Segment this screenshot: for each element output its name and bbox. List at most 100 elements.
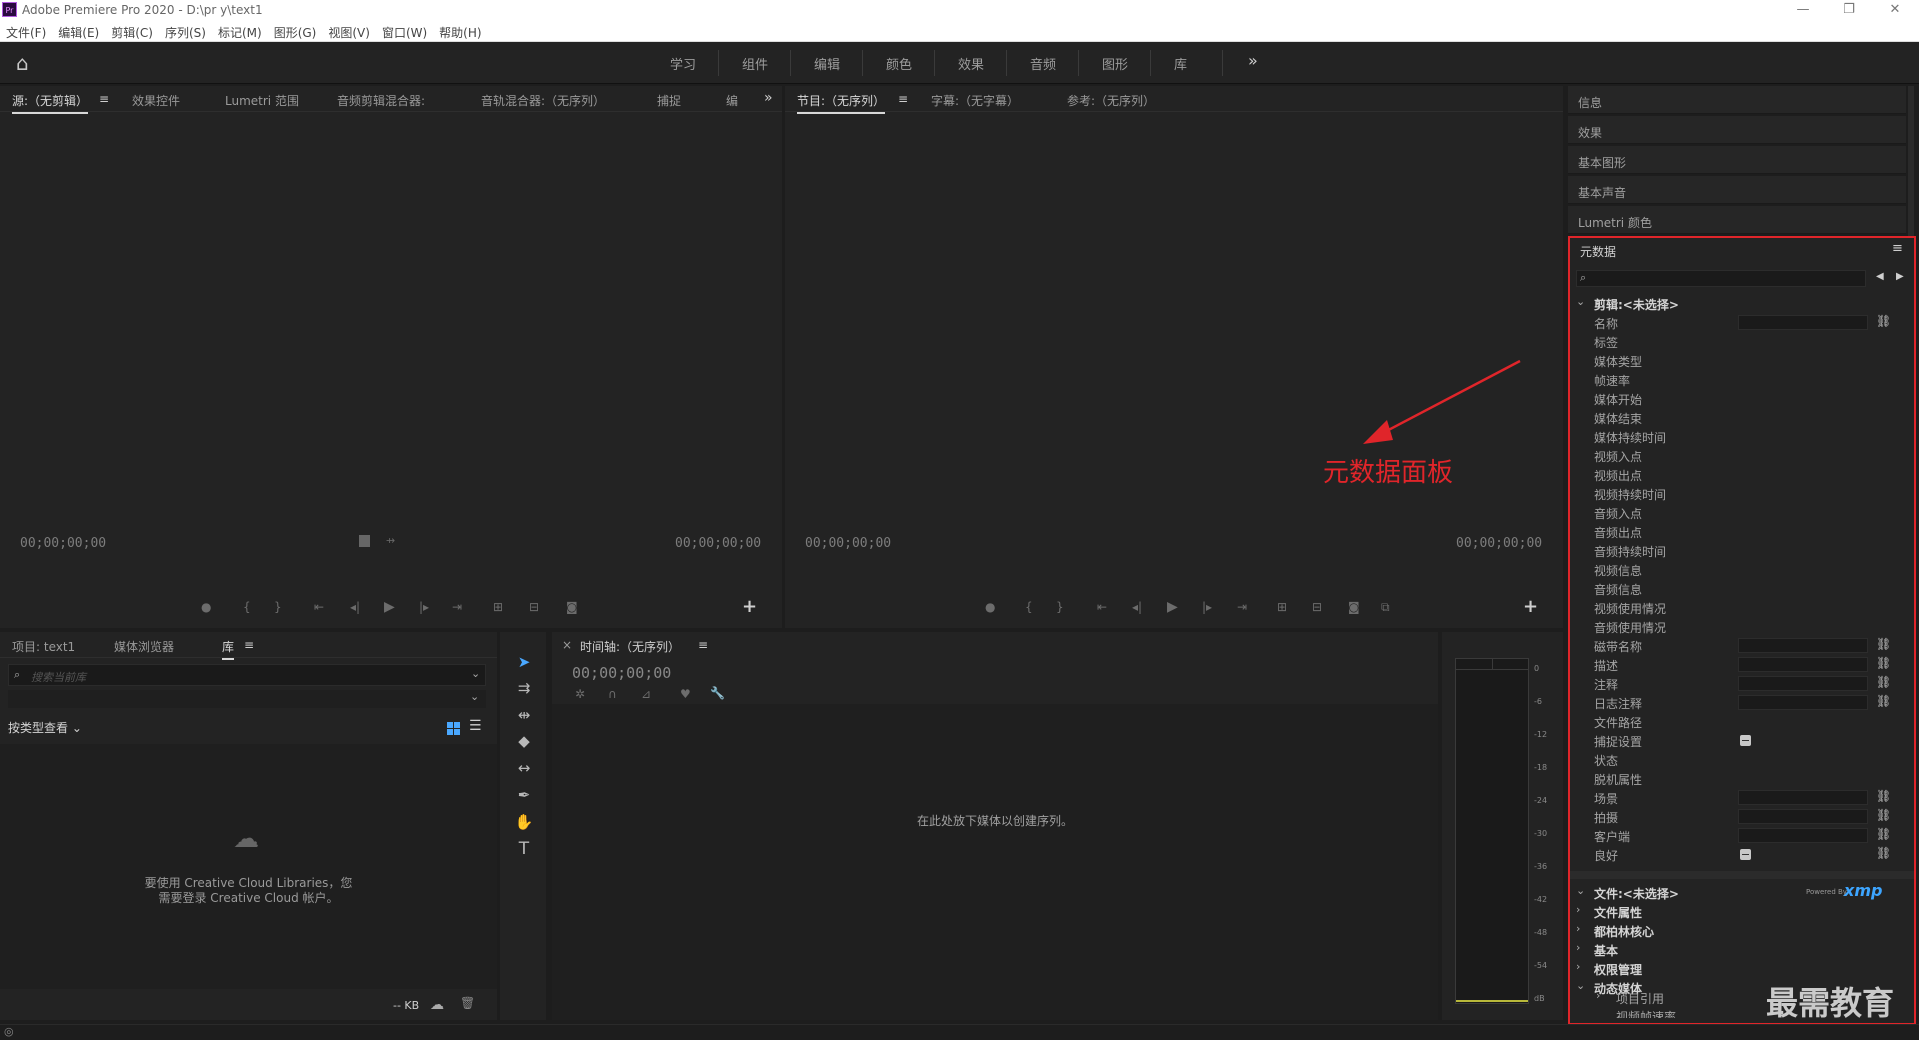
home-icon[interactable]: ⌂ xyxy=(16,52,38,74)
panel-more-icon[interactable]: » xyxy=(764,90,773,106)
menu-sequence[interactable]: 序列(S) xyxy=(159,20,212,41)
razor-tool-icon[interactable]: ◆ xyxy=(512,730,536,752)
chevron-down-icon[interactable]: ⌄ xyxy=(470,690,479,703)
tab-menu-icon[interactable]: ≡ xyxy=(244,638,254,652)
restore-button[interactable]: ❐ xyxy=(1826,1,1872,19)
button-editor-icon[interactable]: + xyxy=(1523,596,1538,617)
menu-view[interactable]: 视图(V) xyxy=(322,20,376,41)
grid-view-icon[interactable] xyxy=(447,722,460,735)
menu-graphics[interactable]: 图形(G) xyxy=(268,20,323,41)
snap-icon[interactable]: ✲ xyxy=(575,687,585,701)
workspace-learn[interactable]: 学习 xyxy=(670,54,696,73)
metadata-field-input[interactable] xyxy=(1738,695,1868,710)
step-back-icon[interactable]: ◂| xyxy=(1132,600,1142,614)
go-to-in-icon[interactable]: ⇤ xyxy=(314,600,324,614)
file-group-row[interactable]: › 文件属性 xyxy=(1570,902,1914,921)
selection-tool-icon[interactable]: ➤ xyxy=(512,651,536,673)
metadata-field-input[interactable] xyxy=(1738,638,1868,653)
menu-edit[interactable]: 编辑(E) xyxy=(52,20,105,41)
overwrite-icon[interactable]: ⊟ xyxy=(529,600,539,614)
tab-audio-track-mixer[interactable]: 音轨混合器:（无序列） xyxy=(481,92,605,109)
tab-source[interactable]: 源:（无剪辑） xyxy=(12,92,89,114)
tab-edit-truncated[interactable]: 编 xyxy=(726,92,738,109)
menu-help[interactable]: 帮助(H) xyxy=(433,20,487,41)
play-icon[interactable]: ▶ xyxy=(1167,599,1178,615)
marker-icon[interactable]: ♥ xyxy=(680,687,691,701)
metadata-field-input[interactable] xyxy=(1738,828,1868,843)
workspace-audio[interactable]: 音频 xyxy=(1030,54,1056,73)
slip-tool-icon[interactable]: ↔ xyxy=(512,757,536,779)
library-search-input[interactable]: ⌕ 搜索当前库 ⌄ xyxy=(8,664,486,686)
hand-tool-icon[interactable]: ✋ xyxy=(512,811,536,833)
tab-capture[interactable]: 捕捉 xyxy=(657,92,681,109)
tab-reference[interactable]: 参考:（无序列） xyxy=(1067,92,1155,109)
minimize-button[interactable]: — xyxy=(1780,1,1826,19)
panel-essential-sound[interactable]: 基本声音 xyxy=(1568,176,1906,204)
close-icon[interactable]: × xyxy=(562,638,572,652)
tab-lumetri-scopes[interactable]: Lumetri 范围 xyxy=(225,92,299,109)
link-icon[interactable]: ⛓ xyxy=(1876,694,1891,708)
timeline-drop-area[interactable]: 在此处放下媒体以创建序列。 xyxy=(552,704,1438,1020)
file-group-row[interactable]: › 都柏林核心 xyxy=(1570,921,1914,940)
export-frame-icon[interactable]: ◙ xyxy=(566,600,578,614)
insert-icon[interactable]: ⊞ xyxy=(493,600,503,614)
workspace-editing[interactable]: 编辑 xyxy=(814,54,840,73)
metadata-field-input[interactable] xyxy=(1738,809,1868,824)
playhead-icon[interactable]: ⇸ xyxy=(386,534,395,547)
add-marker-icon[interactable]: ● xyxy=(201,600,211,614)
menu-markers[interactable]: 标记(M) xyxy=(212,20,268,41)
chevron-down-icon[interactable]: ⌄ xyxy=(471,667,480,680)
link-icon[interactable]: ⛓ xyxy=(1876,808,1891,822)
next-match-icon[interactable]: ▶ xyxy=(1896,271,1904,282)
workspace-assembly[interactable]: 组件 xyxy=(742,54,768,73)
go-to-out-icon[interactable]: ⇥ xyxy=(1237,600,1247,614)
delete-icon[interactable]: 🗑 xyxy=(460,996,475,1010)
metadata-field-input[interactable] xyxy=(1738,676,1868,691)
metadata-search-input[interactable]: ⌕ xyxy=(1576,270,1866,287)
play-icon[interactable]: ▶ xyxy=(384,599,395,615)
close-button[interactable]: ✕ xyxy=(1872,1,1918,19)
mark-out-icon[interactable]: } xyxy=(1056,600,1064,614)
tab-menu-icon[interactable]: ≡ xyxy=(99,92,109,106)
menu-clip[interactable]: 剪辑(C) xyxy=(105,20,159,41)
go-to-in-icon[interactable]: ⇤ xyxy=(1097,600,1107,614)
tab-effect-controls[interactable]: 效果控件 xyxy=(132,92,180,109)
add-marker-icon[interactable]: ⊿ xyxy=(641,687,651,701)
file-group-row[interactable]: › 基本 xyxy=(1570,940,1914,959)
workspace-libraries[interactable]: 库 xyxy=(1174,54,1187,73)
metadata-checkbox[interactable] xyxy=(1740,849,1751,860)
linked-selection-icon[interactable]: ∩ xyxy=(608,687,617,701)
tab-media-browser[interactable]: 媒体浏览器 xyxy=(114,638,174,655)
clip-section-header[interactable]: ⌄ 剪辑:<未选择> xyxy=(1570,294,1914,313)
panel-info[interactable]: 信息 xyxy=(1568,86,1906,114)
file-section-header[interactable]: ⌄ 文件:<未选择> Powered By xmp xyxy=(1570,881,1914,902)
tab-audio-clip-mixer[interactable]: 音频剪辑混合器: xyxy=(337,92,425,109)
link-icon[interactable]: ⛓ xyxy=(1876,314,1891,328)
tab-program[interactable]: 节目:（无序列） xyxy=(797,92,886,114)
mark-out-icon[interactable]: } xyxy=(274,600,282,614)
panel-essential-graphics[interactable]: 基本图形 xyxy=(1568,146,1906,174)
metadata-checkbox[interactable] xyxy=(1740,735,1751,746)
workspace-effects[interactable]: 效果 xyxy=(958,54,984,73)
link-icon[interactable]: ⛓ xyxy=(1876,827,1891,841)
mark-in-icon[interactable]: { xyxy=(1025,600,1033,614)
go-to-out-icon[interactable]: ⇥ xyxy=(452,600,462,614)
list-view-icon[interactable]: ☰ xyxy=(469,718,482,734)
step-back-icon[interactable]: ◂| xyxy=(350,600,360,614)
lift-icon[interactable]: ⊞ xyxy=(1277,600,1287,614)
library-selector[interactable]: ⌄ xyxy=(8,690,486,708)
track-select-tool-icon[interactable]: ⇉ xyxy=(512,677,536,699)
ripple-edit-tool-icon[interactable]: ⇹ xyxy=(512,704,536,726)
previous-match-icon[interactable]: ◀ xyxy=(1876,271,1884,282)
workspace-graphics[interactable]: 图形 xyxy=(1102,54,1128,73)
metadata-field-input[interactable] xyxy=(1738,790,1868,805)
tab-project[interactable]: 项目: text1 xyxy=(12,638,75,655)
comparison-view-icon[interactable]: ⧉ xyxy=(1381,600,1390,615)
file-group-row[interactable]: › 权限管理 xyxy=(1570,959,1914,978)
menu-file[interactable]: 文件(F) xyxy=(0,20,52,41)
workspace-more-icon[interactable]: » xyxy=(1248,51,1258,70)
step-forward-icon[interactable]: |▸ xyxy=(1202,600,1212,614)
link-icon[interactable]: ⛓ xyxy=(1876,675,1891,689)
metadata-field-input[interactable] xyxy=(1738,657,1868,672)
tab-captions[interactable]: 字幕:（无字幕） xyxy=(931,92,1019,109)
